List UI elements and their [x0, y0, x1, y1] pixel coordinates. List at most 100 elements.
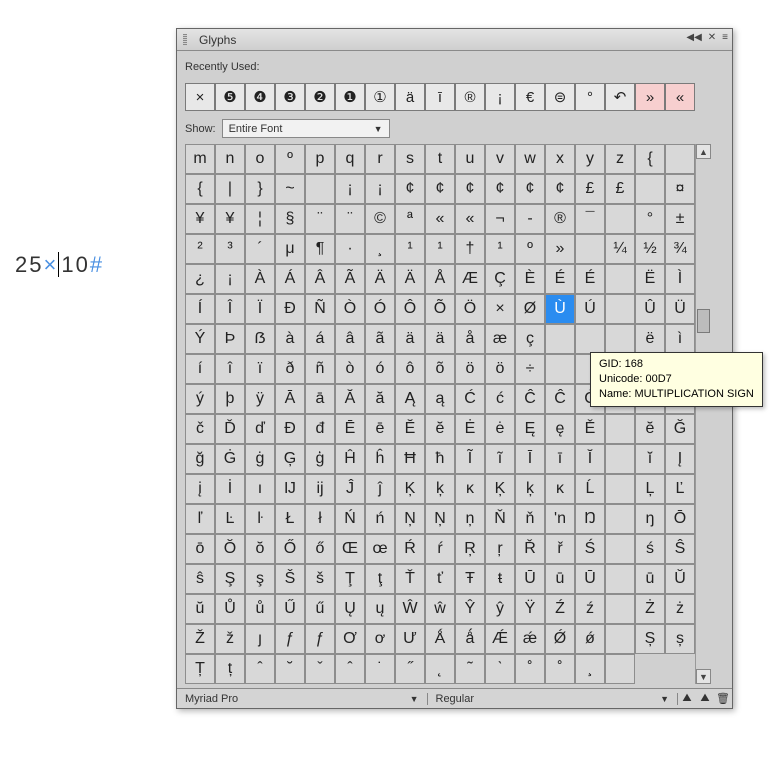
scroll-up-icon[interactable]: ▲: [696, 144, 711, 159]
glyph-cell[interactable]: ©: [365, 204, 395, 234]
glyph-cell[interactable]: ą: [425, 384, 455, 414]
glyph-cell[interactable]: ˛: [425, 654, 455, 684]
glyph-cell[interactable]: þ: [215, 384, 245, 414]
glyph-cell[interactable]: Ŧ: [455, 564, 485, 594]
glyph-cell[interactable]: ~: [275, 174, 305, 204]
recent-glyph[interactable]: ❹: [245, 83, 275, 111]
glyph-cell[interactable]: ē: [365, 414, 395, 444]
glyph-cell[interactable]: Û: [635, 294, 665, 324]
glyph-cell[interactable]: †: [455, 234, 485, 264]
glyph-cell[interactable]: z: [605, 144, 635, 174]
glyph-cell[interactable]: Õ: [425, 294, 455, 324]
glyph-cell[interactable]: Å: [425, 264, 455, 294]
recent-glyph[interactable]: ❷: [305, 83, 335, 111]
glyph-cell[interactable]: [605, 324, 635, 354]
glyph-cell[interactable]: [605, 534, 635, 564]
glyph-cell[interactable]: ˚: [515, 654, 545, 684]
glyph-cell[interactable]: Ť: [395, 564, 425, 594]
glyph-cell[interactable]: Ý: [185, 324, 215, 354]
glyph-cell[interactable]: ž: [215, 624, 245, 654]
recent-glyph[interactable]: ❺: [215, 83, 245, 111]
glyph-cell[interactable]: q: [335, 144, 365, 174]
glyph-cell[interactable]: Ā: [275, 384, 305, 414]
glyph-cell[interactable]: Į: [665, 444, 695, 474]
glyph-cell[interactable]: ¢: [395, 174, 425, 204]
glyph-cell[interactable]: Ð: [275, 294, 305, 324]
glyph-cell[interactable]: [605, 594, 635, 624]
recent-glyph[interactable]: °: [575, 83, 605, 111]
glyph-cell[interactable]: Ë: [635, 264, 665, 294]
glyph-cell[interactable]: ŏ: [245, 534, 275, 564]
glyph-cell[interactable]: Ū: [575, 564, 605, 594]
glyph-cell[interactable]: Ĳ: [275, 474, 305, 504]
glyph-cell[interactable]: ¢: [515, 174, 545, 204]
glyph-cell[interactable]: Ŏ: [215, 534, 245, 564]
glyph-cell[interactable]: ț: [215, 654, 245, 684]
glyph-cell[interactable]: š: [305, 564, 335, 594]
glyph-cell[interactable]: ō: [185, 534, 215, 564]
glyph-cell[interactable]: ¦: [245, 204, 275, 234]
glyph-cell[interactable]: ¢: [425, 174, 455, 204]
glyph-cell[interactable]: ¡: [365, 174, 395, 204]
glyph-cell[interactable]: ¹: [395, 234, 425, 264]
recent-glyph[interactable]: ®: [455, 83, 485, 111]
glyph-cell[interactable]: á: [305, 324, 335, 354]
glyph-cell[interactable]: ķ: [515, 474, 545, 504]
glyph-cell[interactable]: ¯: [575, 204, 605, 234]
glyph-cell[interactable]: ³: [215, 234, 245, 264]
glyph-cell[interactable]: ı: [245, 474, 275, 504]
glyph-cell[interactable]: ņ: [455, 504, 485, 534]
glyph-cell[interactable]: ð: [275, 354, 305, 384]
glyph-cell[interactable]: ½: [635, 234, 665, 264]
glyph-cell[interactable]: à: [275, 324, 305, 354]
glyph-cell[interactable]: ğ: [185, 444, 215, 474]
glyph-cell[interactable]: Ē: [335, 414, 365, 444]
glyph-cell[interactable]: t: [425, 144, 455, 174]
glyph-cell[interactable]: ƒ: [275, 624, 305, 654]
glyph-cell[interactable]: Ľ: [665, 474, 695, 504]
glyph-cell[interactable]: Â: [305, 264, 335, 294]
glyph-cell[interactable]: ţ: [365, 564, 395, 594]
glyph-cell[interactable]: [305, 174, 335, 204]
glyph-cell[interactable]: Í: [185, 294, 215, 324]
glyph-cell[interactable]: Ą: [395, 384, 425, 414]
glyph-cell[interactable]: ƒ: [305, 624, 335, 654]
zoom-in-icon[interactable]: ⛰: [696, 692, 714, 705]
scroll-thumb[interactable]: [697, 309, 710, 333]
glyph-cell[interactable]: Ġ: [215, 444, 245, 474]
glyph-cell[interactable]: ®: [545, 204, 575, 234]
glyph-cell[interactable]: Ž: [185, 624, 215, 654]
glyph-cell[interactable]: ¾: [665, 234, 695, 264]
glyph-cell[interactable]: ń: [365, 504, 395, 534]
glyph-cell[interactable]: ¡: [335, 174, 365, 204]
glyph-cell[interactable]: Ł: [275, 504, 305, 534]
glyph-cell[interactable]: κ: [545, 474, 575, 504]
glyph-cell[interactable]: ˆ: [245, 654, 275, 684]
glyph-cell[interactable]: x: [545, 144, 575, 174]
glyph-cell[interactable]: Ŕ: [395, 534, 425, 564]
glyph-cell[interactable]: μ: [275, 234, 305, 264]
glyph-cell[interactable]: Š: [275, 564, 305, 594]
glyph-cell[interactable]: Ĉ: [545, 384, 575, 414]
glyph-cell[interactable]: ¼: [605, 234, 635, 264]
glyph-cell[interactable]: 'n: [545, 504, 575, 534]
glyph-cell[interactable]: Á: [275, 264, 305, 294]
glyph-cell[interactable]: Ć: [455, 384, 485, 414]
glyph-cell[interactable]: {: [185, 174, 215, 204]
glyph-cell[interactable]: ŷ: [485, 594, 515, 624]
glyph-cell[interactable]: ĥ: [365, 444, 395, 474]
glyph-cell[interactable]: n: [215, 144, 245, 174]
glyph-cell[interactable]: À: [245, 264, 275, 294]
glyph-cell[interactable]: Ź: [545, 594, 575, 624]
glyph-cell[interactable]: ¹: [485, 234, 515, 264]
glyph-cell[interactable]: u: [455, 144, 485, 174]
glyph-cell[interactable]: ẞ: [245, 324, 275, 354]
glyph-cell[interactable]: å: [455, 324, 485, 354]
glyph-cell[interactable]: ŋ: [635, 504, 665, 534]
glyph-cell[interactable]: Ŝ: [665, 534, 695, 564]
glyph-cell[interactable]: ô: [395, 354, 425, 384]
glyph-cell[interactable]: Ÿ: [515, 594, 545, 624]
glyph-cell[interactable]: ±: [665, 204, 695, 234]
glyph-cell[interactable]: Ș: [635, 624, 665, 654]
glyph-cell[interactable]: Ï: [245, 294, 275, 324]
